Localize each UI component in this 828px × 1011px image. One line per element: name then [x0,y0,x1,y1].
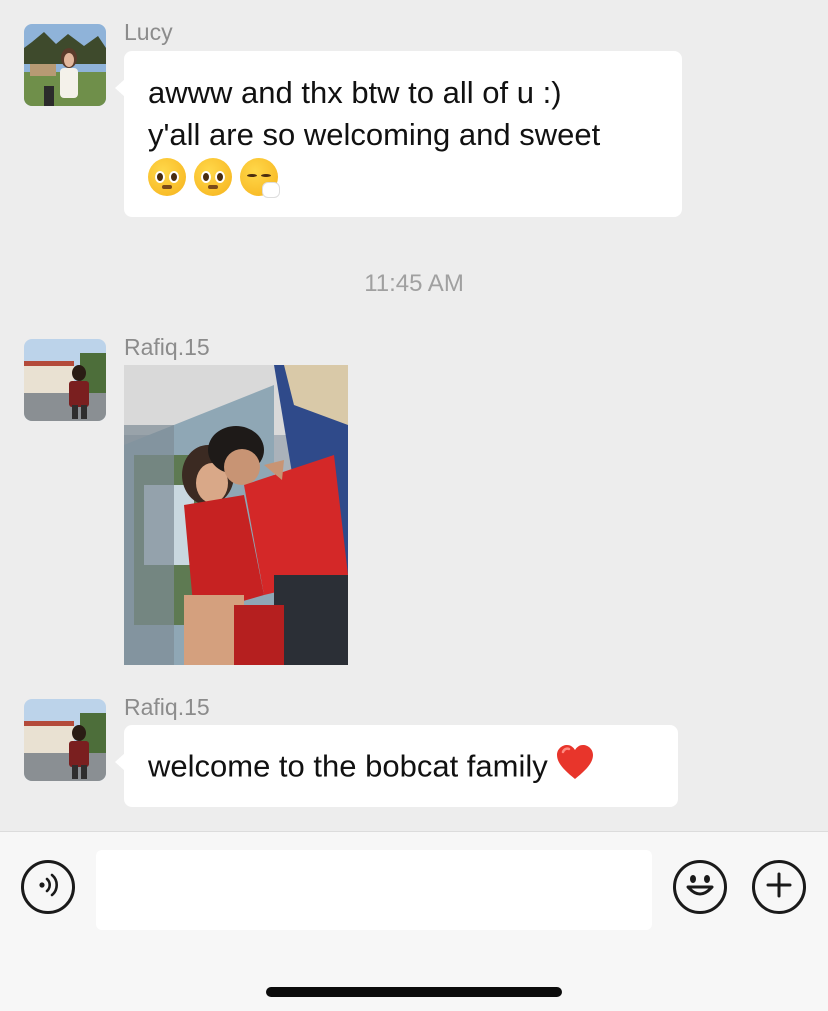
emoji-row [148,158,658,198]
chat-screen: Lucy awww and thx btw to all of u :) y'a… [0,0,828,1011]
message-text-line: awww and thx btw to all of u :) [148,75,562,110]
avatar-lucy[interactable] [24,24,106,106]
avatar-rafiq[interactable] [24,339,106,421]
pleading-face-emoji [194,158,232,196]
message-input[interactable] [96,850,652,930]
plus-icon [764,870,794,905]
timestamp: 11:45 AM [364,270,464,297]
avatar-rafiq[interactable] [24,699,106,781]
photo-attachment[interactable] [124,365,348,665]
plus-button[interactable] [752,860,806,914]
sender-name: Lucy [124,19,173,45]
sender-name: Rafiq.15 [124,334,210,360]
voice-icon [33,870,63,905]
emoji-button[interactable] [673,860,727,914]
message-input-bar [0,831,828,1011]
message-bubble[interactable]: awww and thx btw to all of u :) y'all ar… [115,51,682,217]
voice-button[interactable] [21,860,75,914]
home-indicator[interactable] [266,987,562,997]
message-text-line: welcome to the bobcat family [148,745,654,792]
message-bubble[interactable]: welcome to the bobcat family [115,725,678,807]
message-text: welcome to the bobcat family [148,748,548,784]
pleading-face-emoji [148,158,186,196]
sneezing-face-emoji [240,158,280,198]
emoji-icon [680,865,720,910]
message-text-line: y'all are so welcoming and sweet [148,117,601,152]
red-heart-emoji [556,745,594,792]
sender-name: Rafiq.15 [124,694,210,720]
